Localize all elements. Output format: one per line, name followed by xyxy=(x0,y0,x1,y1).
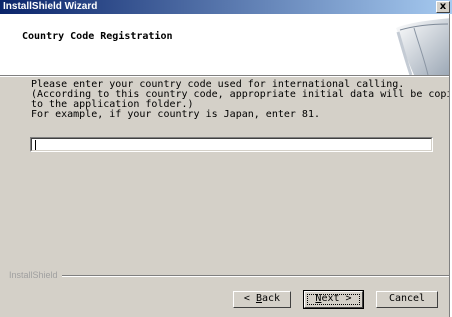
instruction-line: For example, if your country is Japan, e… xyxy=(31,109,320,120)
country-code-input[interactable] xyxy=(30,137,433,152)
installshield-brand: InstallShield xyxy=(9,270,62,280)
wizard-header: Country Code Registration xyxy=(0,14,452,75)
cancel-button[interactable]: Cancel xyxy=(376,291,438,308)
close-icon: x xyxy=(439,1,447,12)
installshield-wizard-window: InstallShield Wizard x Country Code Regi… xyxy=(0,0,452,317)
focus-rectangle xyxy=(307,294,360,305)
wizard-banner-graphic-icon xyxy=(396,18,452,75)
page-title: Country Code Registration xyxy=(22,31,173,42)
footer-divider-highlight xyxy=(9,276,449,277)
back-button-prefix: < xyxy=(243,293,256,304)
cancel-button-label: Cancel xyxy=(388,293,426,304)
window-title: InstallShield Wizard xyxy=(3,1,98,12)
title-bar[interactable]: InstallShield Wizard x xyxy=(0,0,452,14)
close-button[interactable]: x xyxy=(436,1,450,13)
back-button[interactable]: < Back xyxy=(233,291,291,308)
instructions: Please enter your country code used for … xyxy=(31,80,452,120)
header-divider-highlight xyxy=(0,76,452,77)
next-button[interactable]: Next > xyxy=(303,290,364,309)
back-button-label: ack xyxy=(262,293,281,304)
text-caret xyxy=(35,140,36,150)
country-code-input-inner xyxy=(31,138,432,151)
